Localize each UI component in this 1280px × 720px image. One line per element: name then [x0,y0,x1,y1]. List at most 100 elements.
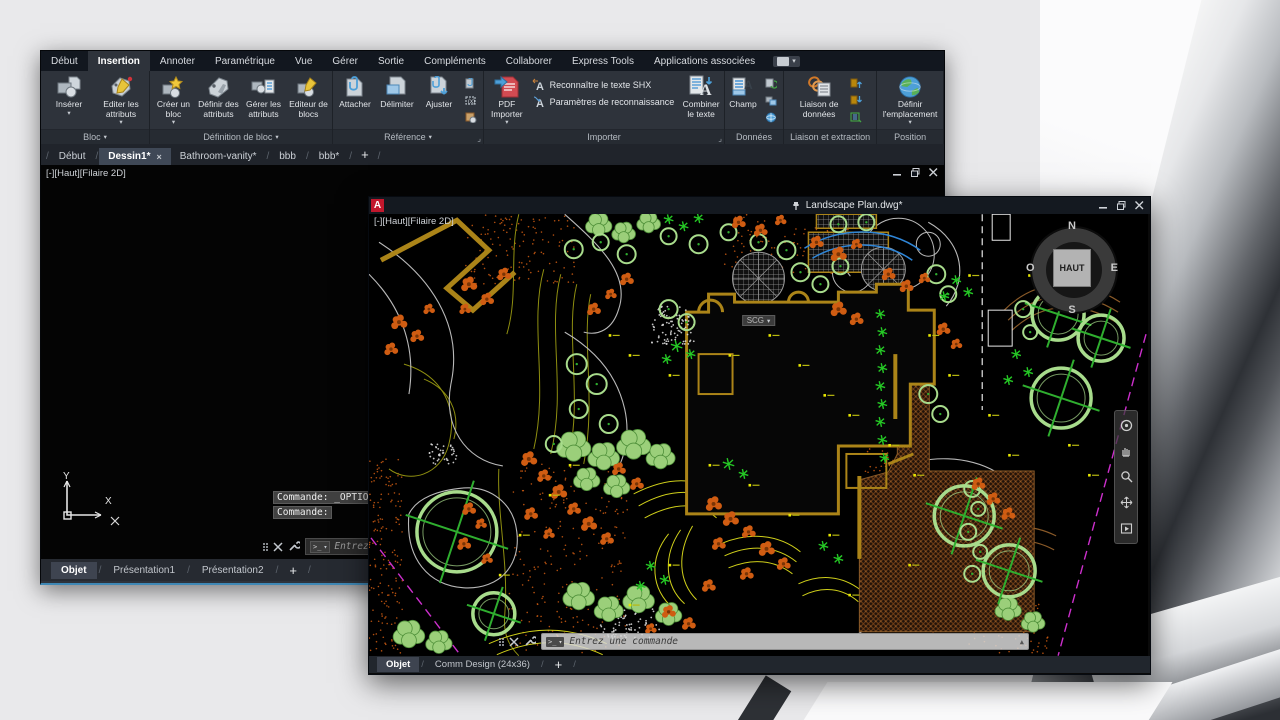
mini-clip-icon[interactable] [463,76,479,90]
g-rer-les-attributs-button[interactable]: Gérer les attributs [242,73,285,129]
minimize-icon[interactable] [893,168,902,177]
panel-caption[interactable]: Définition de bloc ▾ [149,129,332,144]
ribbon-tab-insertion[interactable]: Insertion [87,51,150,71]
close-icon[interactable]: × [157,152,162,162]
new-drawing-button[interactable]: + [353,146,377,165]
ribbon-tab-sortie[interactable]: Sortie [368,51,414,71]
ribbon-panel-d-finition-de-bloc: Créer un bloc ▾ Définir des attributs Gérer… [149,71,333,144]
command-history-arrow-icon[interactable]: ▲ [1020,638,1024,646]
viewcube-east[interactable]: E [1111,262,1118,274]
mini-frame-icon[interactable]: (x) [463,93,479,107]
navigation-bar[interactable] [1114,410,1138,544]
mini-upload-icon[interactable] [848,76,864,90]
ribbon-tab-compl-ments[interactable]: Compléments [414,51,496,71]
ribbon-tab-g-rer[interactable]: Gérer [322,51,368,71]
param-tres-de-reconnaissance-button[interactable]: A Paramètres de reconnaissance [532,95,674,110]
mini-blockfield-icon[interactable] [763,93,779,107]
editer-les-attributs-button[interactable]: Editer les attributs ▾ [96,73,146,129]
file-tab-bar: / Début / Dessin1* × Bathroom-vanity* / bbb / bbb… [41,144,944,165]
new-layout-button[interactable]: + [280,563,306,578]
file-tab-label: Dessin1* [108,151,151,162]
mini-update-icon[interactable] [763,76,779,90]
combiner-le-texte-button[interactable]: A Combiner le texte [680,73,722,129]
viewcube[interactable]: N S O E HAUT [1024,220,1120,316]
ribbon-tab-param-trique[interactable]: Paramétrique [205,51,285,71]
layout-tab-objet[interactable]: Objet [51,561,97,579]
liaison-de-donn-es-button[interactable]: Liaison de données [794,73,844,129]
cr-er-un-bloc-button[interactable]: Créer un bloc ▾ [152,73,195,129]
panel-caption[interactable]: Position [877,129,943,144]
viewcube-west[interactable]: O [1026,262,1035,274]
file-tab-bbb[interactable]: bbb* [310,148,349,165]
steering-wheel-icon[interactable] [1120,419,1133,432]
plant-label [988,414,1000,417]
layout-tab-pr-sentation2[interactable]: Présentation2 [192,562,274,579]
command-placeholder: Entrez une commande [569,636,679,647]
file-tab-bathroom-vanity[interactable]: Bathroom-vanity* [171,148,266,165]
ins-rer-button[interactable]: Insérer ▾ [44,73,94,129]
attacher-button[interactable]: Attacher [335,73,375,129]
layout-tab-pr-sentation1[interactable]: Présentation1 [103,562,185,579]
ribbon-display-toggle[interactable]: ▾ [773,55,800,67]
ribbon-tab-d-but[interactable]: Début [41,51,88,71]
layout-tab-objet[interactable]: Objet [377,657,420,672]
drawing-canvas[interactable]: [-][Haut][Filaire 2D] N S O E HAUT SCG▾ [369,214,1148,656]
close-icon[interactable] [1135,201,1144,210]
orange-shrub-symbol [543,528,555,539]
panel-caption-label: Données [735,132,772,142]
viewport-controls-label[interactable]: [-][Haut][Filaire 2D] [374,216,454,227]
ribbon-tab-collaborer[interactable]: Collaborer [496,51,562,71]
button-label: Champ [729,99,757,109]
file-tab-bbb[interactable]: bbb [270,148,305,165]
panel-caption[interactable]: Données [724,129,783,144]
titlebar[interactable]: A Landscape Plan.dwg* [369,197,1150,214]
command-input[interactable]: >_ ▾ Entrez une commande ▲ [541,633,1029,650]
command-close-icon[interactable] [509,636,519,647]
file-tab-d-but[interactable]: Début [50,148,95,165]
ribbon-tab-annoter[interactable]: Annoter [150,51,205,71]
panel-caption[interactable]: Liaison et extraction [783,129,877,144]
restore-icon[interactable] [911,168,920,177]
file-tab-dessin1[interactable]: Dessin1* × [99,148,171,165]
viewcube-north[interactable]: N [1068,220,1076,232]
pdf-importer-button[interactable]: PDF Importer ▾ [486,73,528,129]
minimize-icon[interactable] [1099,201,1108,210]
ribbon-tab-applications-associ-es[interactable]: Applications associées [644,51,765,71]
d-limiter-button[interactable]: Délimiter [377,73,417,129]
button-label: Editer les attributs [103,99,139,119]
showmotion-icon[interactable] [1120,522,1133,535]
panel-caption[interactable]: Référence ▾ ⌟ [332,129,483,144]
dialog-launcher-icon[interactable]: ⌟ [477,134,481,143]
dialog-launcher-icon[interactable]: ⌟ [718,134,722,143]
command-customize-wrench-icon[interactable] [524,636,536,647]
ajuster-button[interactable]: Ajuster [419,73,459,129]
zoom-icon[interactable] [1120,470,1133,483]
command-grip-icon[interactable] [499,637,504,646]
d-finir-des-attributs-button[interactable]: Définir des attributs [197,73,240,129]
new-layout-button[interactable]: + [546,657,572,672]
viewcube-ucs-menu[interactable]: SCG ▾ [741,315,776,326]
viewcube-top-face[interactable]: HAUT [1053,249,1091,287]
close-icon[interactable] [929,168,938,177]
pan-hand-icon[interactable] [1120,445,1133,458]
mini-underlay-icon[interactable] [463,110,479,124]
command-close-icon[interactable] [273,541,283,552]
restore-icon[interactable] [1117,201,1126,210]
mini-extract-icon[interactable] [848,110,864,124]
command-grip-icon[interactable] [263,542,268,551]
ribbon-tab-express-tools[interactable]: Express Tools [562,51,644,71]
layout-tab-comm-design-24x36[interactable]: Comm Design (24x36) [426,657,539,672]
command-customize-wrench-icon[interactable] [288,541,300,552]
mini-download-icon[interactable] [848,93,864,107]
viewport-controls-label[interactable]: [-][Haut][Filaire 2D] [46,168,126,179]
ribbon-tab-vue[interactable]: Vue [285,51,322,71]
mini-hyperlink-icon[interactable] [763,110,779,124]
d-finir-l-emplacement-button[interactable]: Définir l'emplacement ▾ [883,73,937,129]
panel-caption[interactable]: Bloc ▾ [41,129,149,144]
champ-button[interactable]: A Champ [727,73,759,129]
orbit-icon[interactable] [1120,496,1133,509]
reconna-tre-le-texte-shx-button[interactable]: A Reconnaître le texte SHX [532,78,675,93]
panel-caption[interactable]: Importer ⌟ [483,129,724,144]
viewcube-south[interactable]: S [1068,304,1075,316]
editeur-de-blocs-button[interactable]: Editeur de blocs [287,73,330,129]
